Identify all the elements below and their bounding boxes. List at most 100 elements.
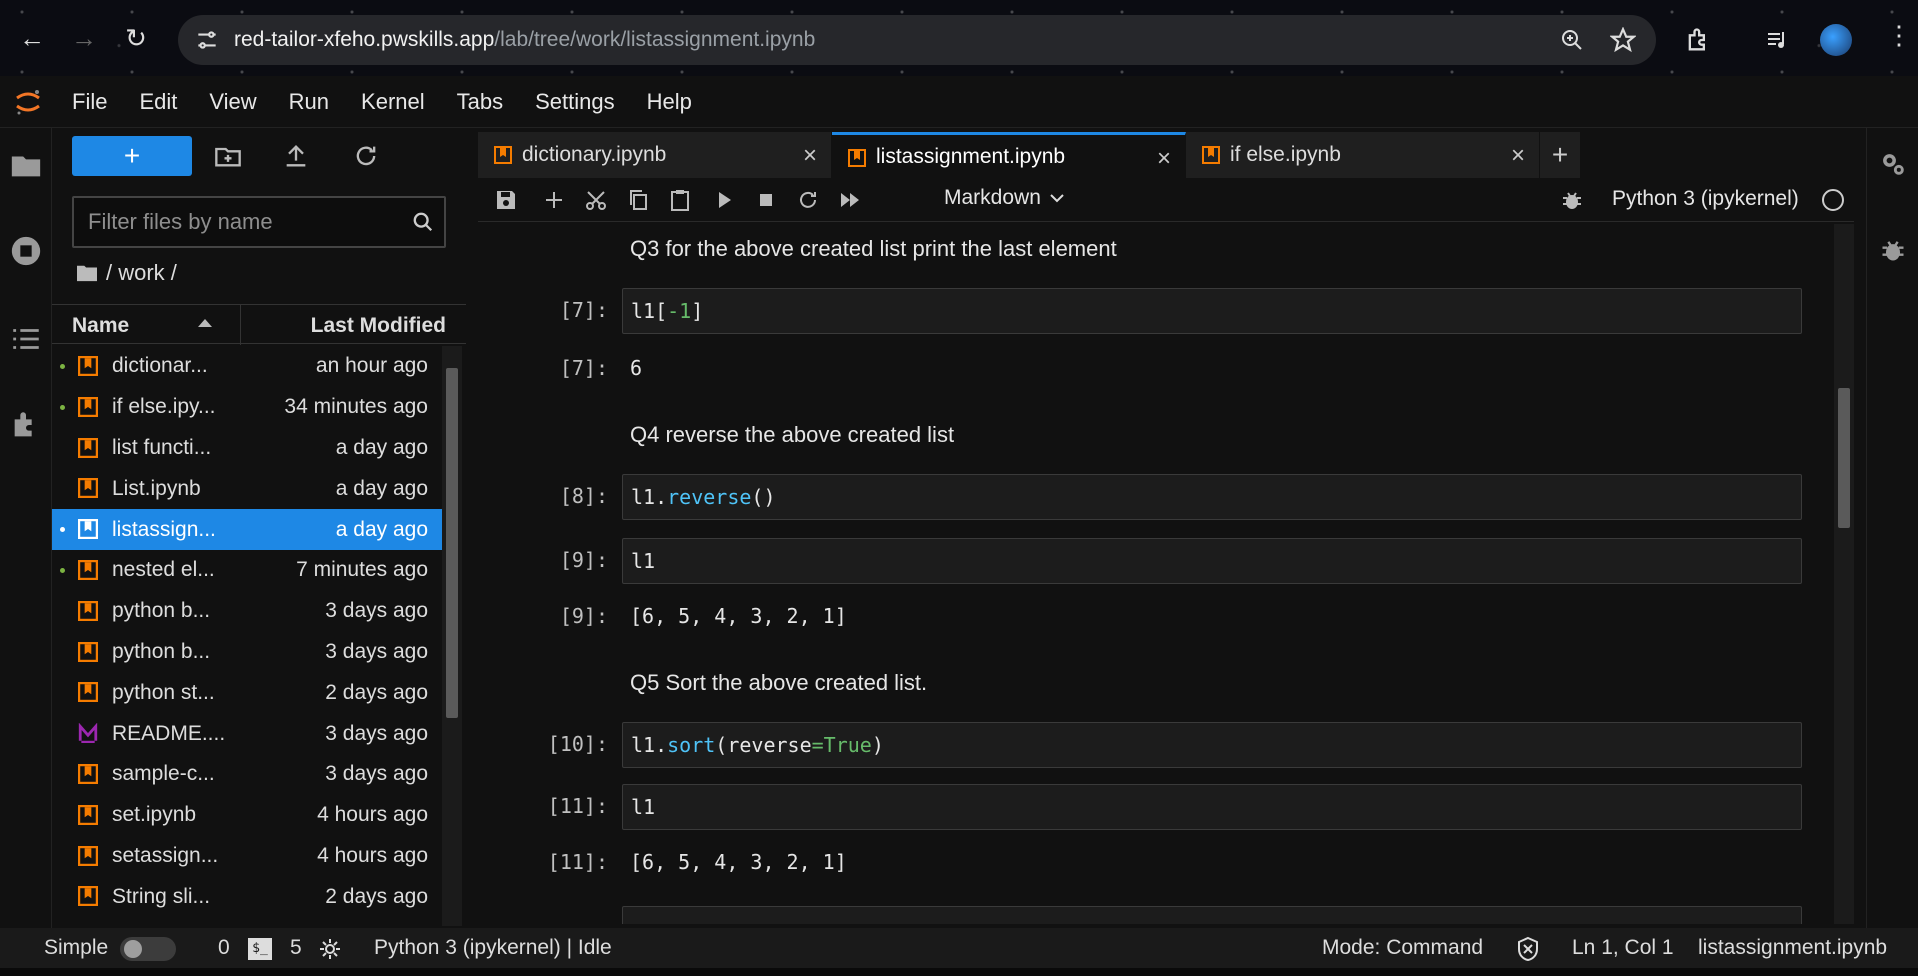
markdown-cell[interactable]: Q5 Sort the above created list. (630, 670, 927, 696)
terminal-icon: $_ (248, 938, 272, 960)
markdown-cell[interactable]: Q3 for the above created list print the … (630, 236, 1117, 262)
file-row[interactable]: setassign... 4 hours ago (52, 836, 442, 877)
name-column-header[interactable]: Name (72, 314, 129, 338)
code-cell[interactable]: l1.sort(reverse=True) (622, 722, 1802, 768)
tab-dictionary[interactable]: dictionary.ipynb × (478, 132, 832, 178)
code-cell[interactable]: l1 (622, 538, 1802, 584)
menu-help[interactable]: Help (631, 89, 708, 115)
url-path: /lab/tree/work/listassignment.ipynb (494, 28, 816, 51)
debugger-icon[interactable] (1879, 236, 1907, 264)
file-row[interactable]: List.ipynb a day ago (52, 468, 442, 509)
input-prompt: [10]: (547, 732, 608, 756)
menu-settings[interactable]: Settings (519, 89, 631, 115)
notebook-scrollbar[interactable] (1834, 224, 1854, 924)
cell-type-dropdown[interactable]: Markdown (944, 186, 1065, 210)
markdown-cell[interactable]: Q4 reverse the above created list (630, 422, 954, 448)
notebook-panel: dictionary.ipynb × listassignment.ipynb … (478, 128, 1854, 928)
file-row[interactable]: sample-c... 3 days ago (52, 754, 442, 795)
file-row[interactable]: String sli... 2 days ago (52, 876, 442, 917)
sort-ascending-icon[interactable] (198, 319, 212, 327)
left-sidebar-rail (0, 128, 52, 928)
trust-shield-icon[interactable] (1516, 936, 1540, 962)
browser-menu-icon[interactable]: ⋮ (1886, 20, 1912, 51)
bookmark-star-icon[interactable] (1610, 27, 1636, 53)
address-bar[interactable]: red-tailor-xfeho.pwskills.app/lab/tree/w… (178, 15, 1656, 65)
folder-icon[interactable] (9, 148, 43, 182)
file-row[interactable]: README.... 3 days ago (52, 713, 442, 754)
file-row[interactable]: set.ipynb 4 hours ago (52, 795, 442, 836)
kernel-gear-icon[interactable] (318, 937, 342, 961)
folder-icon[interactable] (76, 263, 98, 283)
file-row[interactable]: nested el... 7 minutes ago (52, 550, 442, 591)
code-cell[interactable]: l1.reverse() (622, 474, 1802, 520)
file-row[interactable]: list functi... a day ago (52, 428, 442, 469)
extensions-icon[interactable] (1684, 26, 1712, 54)
tab-if-else[interactable]: if else.ipynb × (1186, 132, 1540, 178)
close-icon[interactable]: × (1157, 145, 1171, 173)
file-name: List.ipynb (112, 476, 201, 500)
table-of-contents-icon[interactable] (9, 322, 43, 356)
debugger-icon[interactable] (1560, 188, 1584, 212)
menu-file[interactable]: File (56, 89, 123, 115)
forward-icon[interactable]: → (64, 18, 104, 58)
menu-view[interactable]: View (193, 89, 272, 115)
menu-kernel[interactable]: Kernel (345, 89, 441, 115)
file-filter-input[interactable] (88, 209, 388, 235)
file-row[interactable]: python b... 3 days ago (52, 591, 442, 632)
copy-icon[interactable] (626, 188, 650, 212)
fast-forward-icon[interactable] (838, 188, 862, 212)
restart-icon[interactable] (796, 188, 820, 212)
tab-label: if else.ipynb (1230, 143, 1341, 166)
add-tab-icon[interactable]: + (1540, 132, 1580, 178)
kernel-name[interactable]: Python 3 (ipykernel) (1612, 187, 1799, 211)
status-bar: Simple 0 $_ 5 Python 3 (ipykernel) | Idl… (0, 928, 1918, 968)
notebook-icon (494, 146, 512, 164)
running-kernels-icon[interactable] (9, 234, 43, 268)
menu-edit[interactable]: Edit (123, 89, 193, 115)
file-row[interactable]: python b... 3 days ago (52, 632, 442, 673)
breadcrumb-path[interactable]: / work / (106, 260, 177, 286)
file-row[interactable]: python st... 2 days ago (52, 672, 442, 713)
upload-icon[interactable] (282, 142, 310, 170)
close-icon[interactable]: × (1511, 142, 1525, 170)
tab-listassignment[interactable]: listassignment.ipynb × (832, 132, 1186, 178)
new-folder-icon[interactable] (214, 142, 242, 170)
kernel-count[interactable]: 0 (218, 936, 230, 960)
last-modified-column-header[interactable]: Last Modified (311, 314, 446, 338)
cut-icon[interactable] (584, 188, 608, 212)
media-control-icon[interactable] (1764, 28, 1790, 52)
url-host: red-tailor-xfeho.pwskills.app (234, 28, 495, 51)
file-row[interactable]: dictionar... an hour ago (52, 346, 442, 387)
file-filter-field[interactable] (72, 196, 446, 248)
zoom-icon[interactable] (1560, 28, 1584, 52)
kernel-status-text[interactable]: Python 3 (ipykernel) | Idle (374, 936, 612, 960)
file-row[interactable]: listassign... a day ago (52, 509, 442, 550)
site-settings-icon[interactable] (194, 27, 220, 53)
extension-manager-icon[interactable] (9, 408, 43, 442)
notebook-cells: Q3 for the above created list print the … (478, 224, 1834, 924)
file-modified: 4 hours ago (317, 843, 428, 867)
stop-icon[interactable] (754, 188, 778, 212)
code-cell[interactable]: l1[-1] (622, 288, 1802, 334)
simple-mode-toggle[interactable] (120, 937, 176, 961)
code-cell[interactable] (622, 906, 1802, 924)
cursor-position[interactable]: Ln 1, Col 1 (1572, 936, 1674, 960)
reload-icon[interactable]: ↻ (116, 18, 156, 58)
refresh-icon[interactable] (352, 142, 380, 170)
menu-run[interactable]: Run (273, 89, 345, 115)
property-inspector-gear-icon[interactable] (1879, 150, 1907, 178)
save-icon[interactable] (494, 188, 518, 212)
menu-tabs[interactable]: Tabs (441, 89, 519, 115)
insert-cell-icon[interactable] (542, 188, 566, 212)
terminal-count[interactable]: 5 (290, 936, 302, 960)
close-icon[interactable]: × (803, 142, 817, 170)
back-icon[interactable]: ← (12, 18, 52, 58)
file-row[interactable]: if else.ipy... 34 minutes ago (52, 387, 442, 428)
new-launcher-button[interactable]: + (72, 136, 192, 176)
run-icon[interactable] (712, 188, 736, 212)
profile-avatar[interactable] (1820, 24, 1852, 56)
breadcrumb: / work / (76, 260, 177, 286)
code-cell[interactable]: l1 (622, 784, 1802, 830)
paste-icon[interactable] (668, 188, 692, 212)
file-list-scrollbar[interactable] (442, 346, 462, 926)
